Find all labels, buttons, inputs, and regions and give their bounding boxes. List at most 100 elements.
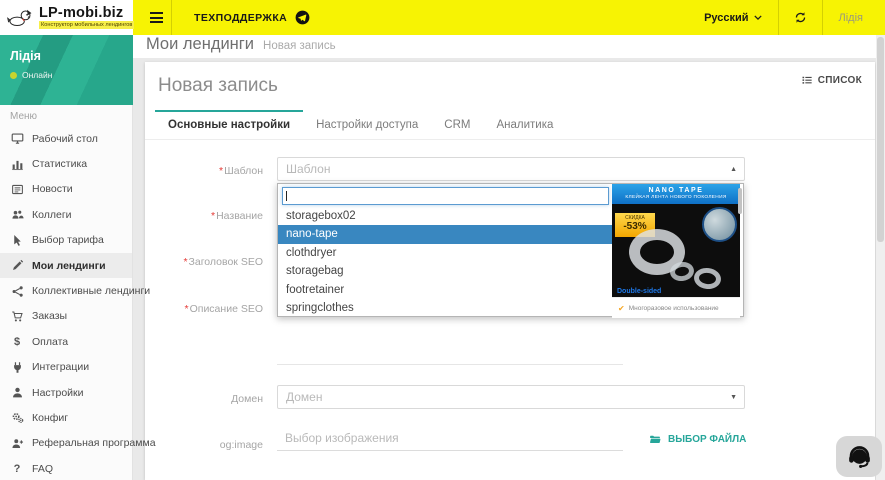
sidebar-username: Лідія — [10, 49, 133, 63]
support-label: ТЕХПОДДЕРЖКА — [194, 12, 287, 24]
required-marker: * — [211, 210, 215, 222]
logo[interactable]: LP-mobi.biz Конструктор мобильных лендин… — [0, 0, 133, 35]
choose-file-label: ВЫБОР ФАЙЛА — [668, 434, 746, 445]
field-label-domain: Домен — [145, 393, 263, 405]
menu-toggle-button[interactable] — [141, 0, 171, 35]
list-button-label: СПИСОК — [818, 75, 862, 86]
dropdown-scrollbar[interactable] — [738, 188, 742, 214]
domain-select[interactable]: Домен ▼ — [277, 385, 745, 409]
page-scrollbar[interactable] — [876, 35, 885, 480]
tape-roll-small — [693, 266, 722, 290]
template-option-storagebox02[interactable]: storagebox02 — [278, 207, 612, 225]
faq-icon: ? — [10, 462, 24, 476]
desktop-icon — [10, 132, 24, 146]
template-option-footretainer[interactable]: footretainer — [278, 281, 612, 299]
text-cursor — [286, 191, 287, 201]
template-option-nano-tape[interactable]: nano-tape — [278, 225, 612, 243]
og-image-input[interactable]: Выбор изображения — [277, 427, 623, 451]
field-label-template: *Шаблон — [145, 165, 263, 177]
breadcrumb: Мои лендинги Новая запись — [133, 35, 885, 58]
field-label-seo-description: *Описание SEO — [145, 303, 263, 315]
field-label-og-image: og:image — [145, 439, 263, 451]
field-label-seo-title: *Заголовок SEO — [145, 256, 263, 268]
sidebar-item-config[interactable]: Конфиг — [0, 405, 132, 430]
news-icon — [10, 182, 24, 196]
field-label-name: *Название — [145, 210, 263, 222]
sidebar-item-collective[interactable]: Коллективные лендинги — [0, 278, 132, 303]
headset-icon — [846, 443, 873, 470]
seo-description-input[interactable] — [277, 364, 623, 365]
tariff-icon — [10, 233, 24, 247]
required-marker: * — [183, 256, 187, 268]
list-icon — [801, 74, 813, 86]
orders-icon — [10, 309, 24, 323]
sidebar-item-tariff[interactable]: Выбор тарифа — [0, 228, 132, 253]
required-marker: * — [185, 303, 189, 315]
og-image-placeholder: Выбор изображения — [277, 427, 623, 449]
menu-section-label: Меню — [10, 111, 37, 122]
caret-up-icon: ▲ — [730, 158, 737, 181]
template-option-storagebag[interactable]: storagebag — [278, 262, 612, 280]
sidebar-item-desktop[interactable]: Рабочий стол — [0, 126, 132, 151]
dog-logo-icon — [7, 7, 34, 28]
online-status-dot — [10, 72, 17, 79]
list-button[interactable]: СПИСОК — [801, 74, 862, 86]
folder-icon — [648, 433, 662, 445]
sidebar-item-faq[interactable]: ?FAQ — [0, 456, 132, 480]
telegram-icon — [295, 10, 310, 25]
preview-inset-photo — [702, 207, 737, 242]
sidebar-item-integrations[interactable]: Интеграции — [0, 355, 132, 380]
tabs: Основные настройкиНастройки доступаCRMАн… — [145, 110, 875, 140]
preview-feature-row: ✔ Многоразовое использование — [612, 297, 740, 318]
template-preview: NANO TAPE КЛЕЙКАЯ ЛЕНТА НОВОГО ПОКОЛЕНИЯ… — [612, 184, 740, 318]
tab-crm[interactable]: CRM — [431, 110, 483, 139]
preview-subtitle: КЛЕЙКАЯ ЛЕНТА НОВОГО ПОКОЛЕНИЯ — [612, 195, 740, 200]
language-selector[interactable]: Русский — [688, 12, 777, 24]
sidebar-item-label: Статистика — [32, 158, 87, 170]
sidebar: Лідія Онлайн Меню Рабочий стол Статистика… — [0, 35, 133, 480]
template-options-list: storagebox02nano-tapeclothdryerstorageba… — [278, 207, 612, 317]
tab-main-settings[interactable]: Основные настройки — [155, 110, 303, 139]
page-title: Мои лендинги — [146, 35, 254, 54]
sidebar-menu: Рабочий стол Статистика НовостиКоллегиВыбо… — [0, 126, 132, 480]
referral-icon — [10, 436, 24, 450]
caret-down-icon: ▼ — [730, 386, 737, 409]
sidebar-item-label: Интеграции — [32, 361, 89, 373]
settings-icon — [10, 386, 24, 400]
sidebar-item-orders[interactable]: Заказы — [0, 304, 132, 329]
integrations-icon — [10, 360, 24, 374]
sidebar-item-label: Коллективные лендинги — [32, 285, 150, 297]
support-chat-widget[interactable] — [836, 436, 882, 477]
statistics-icon — [10, 157, 24, 171]
template-option-springclothes[interactable]: springclothes — [278, 299, 612, 317]
preview-title: NANO TAPE — [612, 184, 740, 194]
choose-file-button[interactable]: ВЫБОР ФАЙЛА — [648, 433, 746, 445]
online-status-label: Онлайн — [22, 70, 52, 80]
scrollbar-thumb[interactable] — [877, 37, 884, 242]
sidebar-item-referral[interactable]: Реферальная программа — [0, 431, 132, 456]
sidebar-item-statistics[interactable]: Статистика — [0, 151, 132, 176]
landings-icon — [10, 259, 24, 273]
preview-caption: Double-sided — [617, 288, 661, 295]
language-label: Русский — [704, 12, 748, 24]
logo-title: LP-mobi.biz — [39, 6, 134, 21]
preview-feature-label: Многоразовое использование — [629, 305, 719, 312]
sidebar-item-settings[interactable]: Настройки — [0, 380, 132, 405]
card-title: Новая запись — [158, 75, 278, 97]
refresh-button[interactable] — [779, 11, 822, 24]
template-option-clothdryer[interactable]: clothdryer — [278, 244, 612, 262]
sidebar-item-label: Заказы — [32, 310, 67, 322]
sidebar-item-colleagues[interactable]: Коллеги — [0, 202, 132, 227]
preview-product-image: СКИДКА -53% Double-sided — [612, 204, 740, 297]
tab-analytics[interactable]: Аналитика — [483, 110, 566, 139]
tab-access-settings[interactable]: Настройки доступа — [303, 110, 431, 139]
dropdown-search-input[interactable] — [282, 187, 609, 205]
topbar: LP-mobi.biz Конструктор мобильных лендин… — [0, 0, 885, 35]
support-button[interactable]: ТЕХПОДДЕРЖКА — [172, 0, 332, 35]
sidebar-item-my-landings[interactable]: Мои лендинги — [0, 253, 132, 278]
preview-header: NANO TAPE КЛЕЙКАЯ ЛЕНТА НОВОГО ПОКОЛЕНИЯ — [612, 184, 740, 204]
topbar-username[interactable]: Лідія — [823, 12, 867, 24]
template-select[interactable]: Шаблон ▲ — [277, 157, 745, 181]
sidebar-item-news[interactable]: Новости — [0, 177, 132, 202]
sidebar-item-payment[interactable]: $Оплата — [0, 329, 132, 354]
